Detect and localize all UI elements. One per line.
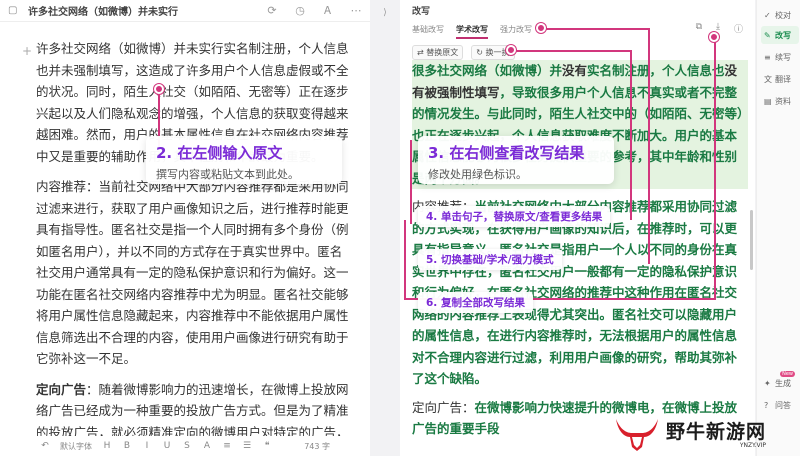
annotation-dot <box>506 45 516 55</box>
word-count: 743 字 <box>304 441 330 451</box>
document-title[interactable]: 许多社交网络（如微博）并未实行实... <box>28 3 178 18</box>
annotation-line <box>512 50 632 52</box>
bull-logo-icon <box>616 419 658 451</box>
folder-icon: ▤ <box>764 96 772 106</box>
font-style-icon[interactable]: Ꭺ <box>322 4 334 18</box>
tab-basic[interactable]: 基础改写 <box>412 24 444 39</box>
editor-panel: ▢ 许多社交网络（如微博）并未实行实... ⟳ ◷ Ꭺ ⋯ + 许多社交网络（如… <box>0 0 370 456</box>
callout-title: 3. 在右侧查看改写结果 <box>428 144 585 162</box>
annotation-line <box>630 50 632 220</box>
result-text-run: 实名制注册，个人信息也 <box>587 63 725 78</box>
translate-icon: 文 <box>764 74 772 84</box>
scrollbar[interactable] <box>750 210 753 270</box>
annotation-line <box>404 220 406 300</box>
quote-icon[interactable]: ❝ <box>262 441 272 451</box>
annotation-dot <box>709 32 719 42</box>
question-icon: ? <box>764 400 769 410</box>
add-block-icon[interactable]: + <box>22 44 32 58</box>
font-select[interactable]: 默认字体 <box>60 441 92 452</box>
replace-original-button[interactable]: ⇄ 替换原文 <box>412 45 464 60</box>
panel-title: 改写 <box>412 7 431 17</box>
result-text-run: 很多社交网络（如微博）并 <box>412 63 563 78</box>
check-icon: ✓ <box>764 10 771 20</box>
underline-icon[interactable]: U <box>162 441 172 451</box>
italic-icon[interactable]: I <box>142 441 152 451</box>
document-icon: ▢ <box>8 4 18 16</box>
font-color-icon[interactable]: A <box>202 441 212 451</box>
sparkle-icon: ✦ <box>764 378 771 388</box>
align-icon[interactable]: ☰ <box>242 441 252 451</box>
heading-icon[interactable]: H <box>102 441 112 451</box>
callout-click-sentence: 4. 单击句子，替换原文/查看更多结果 <box>418 206 611 227</box>
paragraph-label: 定向广告： <box>412 399 475 415</box>
strike-icon[interactable]: S <box>182 441 192 451</box>
replace-icon: ⇄ <box>417 48 427 57</box>
history-icon[interactable]: ◷ <box>294 4 306 18</box>
new-badge: New <box>780 371 795 377</box>
editor-header: ▢ 许多社交网络（如微博）并未实行实... ⟳ ◷ Ꭺ ⋯ <box>0 0 370 22</box>
collapse-panel-icon[interactable]: ⟩ <box>378 6 392 20</box>
rewrite-panel: 改写 基础改写 学术改写 强力改写 ⧉ ⤓ ⓘ ⇄ 替换原文 ↻ 换一换 很多社… <box>400 0 755 456</box>
callout-title: 2. 在左侧输入原文 <box>156 144 283 162</box>
sidebar-item-materials[interactable]: ▤ 资料 <box>761 92 799 110</box>
tool-sidebar: ✓ 校对 ✎ 改写 ≡ 续写 文翻译 ▤ 资料 ✦ 生成 New ? 问答 <box>756 0 800 456</box>
annotation-line <box>410 140 412 224</box>
callout-switch-mode: 5. 切换基础/学术/强力模式 <box>418 249 562 270</box>
watermark: 野牛新游网 YNZY.VIP <box>612 410 800 456</box>
tab-academic[interactable]: 学术改写 <box>456 24 488 39</box>
format-toolbar: ↶ 默认字体 H B I U S A ≡ ☰ ❝ 743 字 <box>0 436 370 456</box>
annotation-dot <box>536 23 546 33</box>
result-text-run: 没有 <box>562 63 588 78</box>
pen-icon: ✎ <box>764 30 771 40</box>
source-text-area[interactable]: 许多社交网络（如微博）并未实行实名制注册，个人信息也并未强制填写，这造成了许多用… <box>36 38 354 456</box>
info-icon[interactable]: ⓘ <box>734 22 743 35</box>
callout-subtitle: 修改处用绿色标识。 <box>428 168 527 181</box>
tab-strong[interactable]: 强力改写 <box>500 24 532 39</box>
sidebar-item-rewrite[interactable]: ✎ 改写 <box>761 26 799 44</box>
list-icon[interactable]: ≡ <box>222 441 232 451</box>
annotation-line <box>542 28 650 30</box>
sidebar-item-continue[interactable]: ≡ 续写 <box>761 48 799 66</box>
mode-tabs: 基础改写 学术改写 强力改写 <box>412 24 532 39</box>
sidebar-item-proofread[interactable]: ✓ 校对 <box>761 6 799 24</box>
more-icon[interactable]: ⋯ <box>350 4 362 18</box>
undo-icon[interactable]: ↶ <box>40 441 50 451</box>
refresh-icon[interactable]: ⟳ <box>266 4 278 18</box>
sidebar-item-generate[interactable]: ✦ 生成 New <box>761 371 799 392</box>
annotation-dot <box>154 84 164 94</box>
source-paragraph[interactable]: 内容推荐：当前社交网络中大部分内容推荐都是采用协同过滤来进行，获取了用户画像知识… <box>36 176 354 370</box>
annotation-line <box>714 38 716 300</box>
callout-input-source: 2. 在左侧输入原文 撰写内容或粘贴文本到此处。 <box>146 136 342 184</box>
bold-icon[interactable]: B <box>122 441 132 451</box>
callout-view-result: 3. 在右侧查看改写结果 修改处用绿色标识。 <box>418 136 614 184</box>
lines-icon: ≡ <box>764 52 771 62</box>
paragraph-label: 定向广告 <box>36 381 87 397</box>
annotation-line <box>648 28 650 264</box>
copy-icon[interactable]: ⧉ <box>696 22 702 35</box>
sidebar-item-translate[interactable]: 文翻译 <box>761 70 799 88</box>
callout-copy-all: 6. 复制全部改写结果 <box>418 292 533 313</box>
callout-subtitle: 撰写内容或粘贴文本到此处。 <box>156 168 299 181</box>
watermark-text: 野牛新游网 <box>666 421 767 443</box>
swap-icon: ↻ <box>476 48 486 57</box>
